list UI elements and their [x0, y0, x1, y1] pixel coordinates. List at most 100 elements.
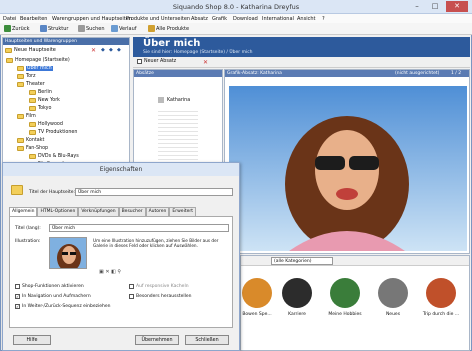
checkbox-icon	[129, 284, 134, 289]
tree-item-ueber-mich[interactable]: Über mich	[17, 66, 53, 71]
image-paragraph-header: Grafik-Absatz: Katharina (nicht ausgeric…	[225, 70, 469, 77]
short-title-field[interactable]: Über mich	[49, 224, 229, 232]
tree-item-tv[interactable]: TV Produktionen	[29, 130, 77, 135]
tab-autoren[interactable]: Autoren	[145, 207, 170, 216]
thumbnail-0	[242, 278, 272, 308]
folder-icon	[6, 58, 13, 63]
image-paragraph-icon	[158, 97, 164, 103]
folder-icon	[17, 74, 24, 79]
menu-item-produkte[interactable]: Produkte und Unterseiten	[126, 16, 190, 22]
page-folder-icon	[11, 185, 23, 195]
gallery-item[interactable]: Meine Hobbies	[323, 278, 367, 317]
back-arrow-icon	[4, 25, 11, 32]
page-title: Über mich	[143, 38, 201, 49]
folder-icon	[17, 138, 24, 143]
tree-item-theater[interactable]: Theater	[17, 82, 45, 87]
toolbar: Zurück Struktur Suchen Verlauf Alle Prod…	[0, 23, 472, 35]
menu-item-datei[interactable]: Datei	[3, 16, 16, 22]
shop-functions-checkbox[interactable]: Shop-Funktionen aktivieren	[15, 284, 84, 289]
paragraph-preview	[158, 108, 198, 168]
thumbnail-1	[282, 278, 312, 308]
new-paragraph-button[interactable]: Neuer Absatz	[137, 59, 176, 64]
window-title: Siquando Shop 8.0 - Katharina Dreyfus	[172, 3, 300, 11]
help-button[interactable]: Hilfe	[13, 335, 51, 345]
thumbnail-2	[330, 278, 360, 308]
illustration-tools-icon[interactable]: ▣ ✕ ◧ ⚲	[99, 269, 121, 275]
all-products-button[interactable]: Alle Produkte	[148, 25, 189, 32]
dialog-title: Eigenschaften	[3, 163, 239, 176]
move-icon[interactable]: ◆	[117, 47, 121, 53]
search-icon	[78, 25, 85, 32]
gallery-item[interactable]: Neues	[371, 278, 415, 317]
short-title-label: Titel (lang):	[15, 226, 41, 231]
folder-icon	[17, 66, 24, 71]
checkbox-checked-icon: ✓	[15, 304, 20, 309]
structure-button[interactable]: Struktur	[40, 25, 68, 32]
tab-besucher[interactable]: Besucher	[118, 207, 146, 216]
tree-item-berlin[interactable]: Berlin	[29, 90, 52, 95]
title-field[interactable]: Über mich	[75, 188, 233, 196]
title-bar: Siquando Shop 8.0 - Katharina Dreyfus – …	[0, 0, 472, 14]
gallery-toolbar: (alle Kategorien)	[241, 256, 469, 266]
gallery-item[interactable]: Trip durch die ...	[419, 278, 463, 317]
menu-item-international[interactable]: International	[262, 16, 294, 22]
sequence-checkbox[interactable]: ✓ In Weiter-/Zurück-Sequenz einbeziehen	[15, 304, 111, 309]
menu-item-ansicht[interactable]: Ansicht	[297, 16, 315, 22]
tree-item-homepage[interactable]: Homepage (Startseite)	[6, 58, 70, 63]
paragraph-item[interactable]: Katharina	[158, 97, 190, 103]
move-down-icon[interactable]: ◆	[109, 47, 113, 53]
tree-item-new-york[interactable]: New York	[29, 98, 60, 103]
tree-item-kontakt[interactable]: Kontakt	[17, 138, 44, 143]
tree-header: Hauptseiten und Warengruppen	[3, 38, 129, 45]
back-button[interactable]: Zurück	[4, 25, 29, 32]
tree-item-hollywood[interactable]: Hollywood	[29, 122, 63, 127]
gallery-item[interactable]: Karriere	[275, 278, 319, 317]
folder-icon	[17, 146, 24, 151]
portrait-photo[interactable]	[229, 86, 467, 251]
delete-paragraph-icon[interactable]: ✕	[203, 59, 208, 66]
gallery-item[interactable]: Bowen Spe...	[235, 278, 279, 317]
tree-item-film[interactable]: Film	[17, 114, 36, 119]
menu-item-help[interactable]: ?	[322, 16, 325, 22]
menu-item-grafik[interactable]: Grafik	[212, 16, 227, 22]
close-dialog-button[interactable]: Schließen	[185, 335, 229, 345]
maximize-button[interactable]: □	[428, 1, 442, 12]
search-button[interactable]: Suchen	[78, 25, 105, 32]
tab-html[interactable]: HTML-Optionen	[37, 207, 79, 216]
checkbox-checked-icon: ✓	[15, 294, 20, 299]
tree-item-fan-shop[interactable]: Fan-Shop	[17, 146, 48, 151]
responsive-tiles-checkbox[interactable]: Auf responsive Kacheln	[129, 284, 189, 289]
menu-item-absatz[interactable]: Absatz	[191, 16, 208, 22]
navigation-checkbox[interactable]: ✓ In Navigation und Aufmachern	[15, 294, 91, 299]
title-label: Titel der Hauptseite:	[29, 190, 76, 195]
tree-item-tokyo[interactable]: Tokyo	[29, 106, 51, 111]
highlight-checkbox[interactable]: Besonders herausstellen	[129, 294, 191, 299]
tab-erweitert[interactable]: Erweitert	[169, 207, 196, 216]
folder-icon	[29, 122, 36, 127]
history-button[interactable]: Verlauf	[111, 25, 137, 32]
tree-item-dvds[interactable]: DVDs & Blu-Rays	[29, 154, 79, 159]
illustration-preview[interactable]	[49, 237, 87, 269]
tree-item-torz[interactable]: Torz	[17, 74, 36, 79]
thumbnail-4	[426, 278, 456, 308]
minimize-button[interactable]: –	[410, 1, 424, 12]
tab-allgemein[interactable]: Allgemein	[9, 207, 38, 216]
checkbox-icon	[15, 284, 20, 289]
image-gallery: (alle Kategorien) Bowen Spe... Karriere …	[240, 255, 470, 351]
menu-bar: Datei Bearbeiten Warengruppen und Haupts…	[0, 14, 472, 23]
menu-item-bearbeiten[interactable]: Bearbeiten	[20, 16, 47, 22]
apply-button[interactable]: Übernehmen	[135, 335, 179, 345]
checkbox-icon	[129, 294, 134, 299]
new-page-button[interactable]: Neue Hauptseite	[5, 47, 56, 53]
tab-links[interactable]: Verknüpfungen	[78, 207, 119, 216]
dialog-tabs: Allgemein HTML-Optionen Verknüpfungen Be…	[9, 207, 196, 216]
delete-icon[interactable]: ✕	[91, 47, 96, 54]
folder-icon	[29, 154, 36, 159]
properties-dialog: Eigenschaften Titel der Hauptseite: Über…	[2, 162, 240, 351]
illustration-label: Illustration:	[15, 239, 41, 244]
menu-item-download[interactable]: Download	[233, 16, 258, 22]
move-up-icon[interactable]: ◆	[101, 47, 105, 53]
menu-item-warengruppen[interactable]: Warengruppen und Hauptseiten	[52, 16, 132, 22]
category-filter[interactable]: (alle Kategorien)	[271, 257, 333, 265]
close-button[interactable]: ✕	[446, 1, 468, 12]
